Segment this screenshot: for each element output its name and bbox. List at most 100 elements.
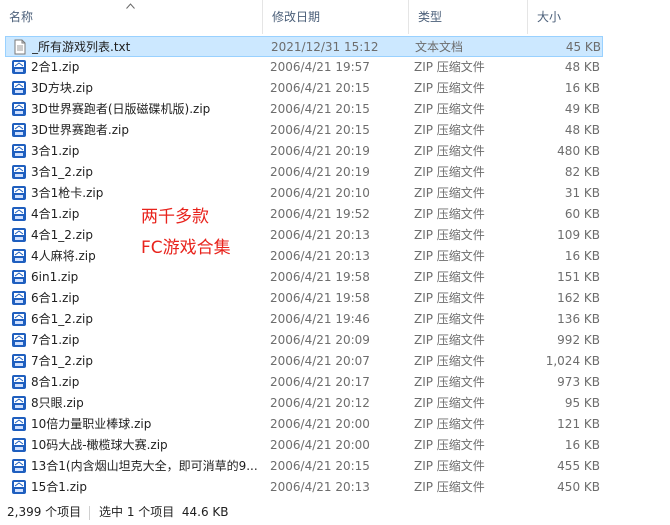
column-header-size[interactable]: 大小 <box>527 0 607 34</box>
file-row[interactable]: 4人麻将.zip 2006/4/21 20:13 ZIP 压缩文件 16 KB <box>5 246 603 267</box>
file-row[interactable]: 3合1枪卡.zip 2006/4/21 20:10 ZIP 压缩文件 31 KB <box>5 183 603 204</box>
file-date: 2021/12/31 15:12 <box>271 40 379 54</box>
file-type: ZIP 压缩文件 <box>414 459 485 473</box>
file-size: 48 KB <box>564 60 600 74</box>
file-type: ZIP 压缩文件 <box>414 396 485 410</box>
file-name: 6合1.zip <box>31 291 80 305</box>
file-date: 2006/4/21 20:19 <box>270 165 370 179</box>
zip-file-icon <box>11 311 27 327</box>
sort-ascending-icon[interactable] <box>126 2 135 12</box>
file-size: 455 KB <box>557 459 600 473</box>
zip-file-icon <box>11 479 27 495</box>
file-date: 2006/4/21 20:12 <box>270 396 370 410</box>
zip-file-icon <box>11 416 27 432</box>
file-name: 3D世界赛跑者.zip <box>31 123 129 137</box>
file-type: ZIP 压缩文件 <box>414 480 485 494</box>
file-row[interactable]: 8只眼.zip 2006/4/21 20:12 ZIP 压缩文件 95 KB <box>5 393 603 414</box>
file-row[interactable]: 6合1.zip 2006/4/21 19:58 ZIP 压缩文件 162 KB <box>5 288 603 309</box>
file-row[interactable]: 2合1.zip 2006/4/21 19:57 ZIP 压缩文件 48 KB <box>5 57 603 78</box>
file-type: ZIP 压缩文件 <box>414 123 485 137</box>
file-row[interactable]: 7合1.zip 2006/4/21 20:09 ZIP 压缩文件 992 KB <box>5 330 603 351</box>
column-header-name-label: 名称 <box>9 10 34 24</box>
file-name: 15合1.zip <box>31 480 87 494</box>
file-size: 95 KB <box>564 396 600 410</box>
file-row[interactable]: 4合1_2.zip 2006/4/21 20:13 ZIP 压缩文件 109 KB <box>5 225 603 246</box>
file-name: 3D世界赛跑者(日版磁碟机版).zip <box>31 102 211 116</box>
file-size: 136 KB <box>557 312 600 326</box>
file-type: ZIP 压缩文件 <box>414 207 485 221</box>
file-size: 973 KB <box>557 375 600 389</box>
file-type: ZIP 压缩文件 <box>414 249 485 263</box>
file-date: 2006/4/21 19:57 <box>270 60 370 74</box>
file-row[interactable]: 3D方块.zip 2006/4/21 20:15 ZIP 压缩文件 16 KB <box>5 78 603 99</box>
file-type: ZIP 压缩文件 <box>414 186 485 200</box>
file-type: ZIP 压缩文件 <box>414 102 485 116</box>
zip-file-icon <box>11 206 27 222</box>
file-row[interactable]: 13合1(内含烟山坦克大全，即可消草的9... 2006/4/21 20:15 ZI… <box>5 456 603 477</box>
file-size: 151 KB <box>557 270 600 284</box>
file-name: 7合1_2.zip <box>31 354 93 368</box>
file-row[interactable]: _所有游戏列表.txt 2021/12/31 15:12 文本文档 45 KB <box>5 36 603 57</box>
column-header-date[interactable]: 修改日期 <box>262 0 408 34</box>
file-name: 7合1.zip <box>31 333 80 347</box>
file-row[interactable]: 15合1.zip 2006/4/21 20:13 ZIP 压缩文件 450 KB <box>5 477 603 498</box>
file-name: _所有游戏列表.txt <box>32 40 131 54</box>
file-name: 8只眼.zip <box>31 396 84 410</box>
file-row[interactable]: 7合1_2.zip 2006/4/21 20:07 ZIP 压缩文件 1,024 KB <box>5 351 603 372</box>
file-date: 2006/4/21 20:15 <box>270 81 370 95</box>
zip-file-icon <box>11 59 27 75</box>
zip-file-icon <box>11 80 27 96</box>
file-type: ZIP 压缩文件 <box>414 354 485 368</box>
zip-file-icon <box>11 374 27 390</box>
file-date: 2006/4/21 20:09 <box>270 333 370 347</box>
file-size: 48 KB <box>564 123 600 137</box>
file-row[interactable]: 3D世界赛跑者(日版磁碟机版).zip 2006/4/21 20:15 ZIP 压缩… <box>5 99 603 120</box>
file-name: 3合1枪卡.zip <box>31 186 104 200</box>
file-name: 6合1_2.zip <box>31 312 93 326</box>
file-type: ZIP 压缩文件 <box>414 228 485 242</box>
file-name: 13合1(内含烟山坦克大全，即可消草的9... <box>31 459 258 473</box>
zip-file-icon <box>11 185 27 201</box>
file-date: 2006/4/21 20:10 <box>270 186 370 200</box>
file-type: 文本文档 <box>415 40 464 54</box>
file-size: 31 KB <box>564 186 600 200</box>
file-row[interactable]: 3合1.zip 2006/4/21 20:19 ZIP 压缩文件 480 KB <box>5 141 603 162</box>
status-selection: 选中 1 个项目 44.6 KB <box>99 505 229 519</box>
file-row[interactable]: 10码大战-橄榄球大赛.zip 2006/4/21 20:00 ZIP 压缩文件 16… <box>5 435 603 456</box>
file-row[interactable]: 3D世界赛跑者.zip 2006/4/21 20:15 ZIP 压缩文件 48 KB <box>5 120 603 141</box>
file-row[interactable]: 4合1.zip 2006/4/21 19:52 ZIP 压缩文件 60 KB <box>5 204 603 225</box>
zip-file-icon <box>11 290 27 306</box>
file-row[interactable]: 6合1_2.zip 2006/4/21 19:46 ZIP 压缩文件 136 KB <box>5 309 603 330</box>
column-header-type[interactable]: 类型 <box>408 0 527 34</box>
file-type: ZIP 压缩文件 <box>414 60 485 74</box>
column-header-bar: 名称 修改日期 类型 大小 <box>0 0 670 34</box>
zip-file-icon <box>11 458 27 474</box>
file-size: 109 KB <box>557 228 600 242</box>
column-header-size-label: 大小 <box>537 10 562 24</box>
file-type: ZIP 压缩文件 <box>414 291 485 305</box>
file-date: 2006/4/21 20:15 <box>270 459 370 473</box>
column-header-date-label: 修改日期 <box>272 10 321 24</box>
file-date: 2006/4/21 20:00 <box>270 417 370 431</box>
file-date: 2006/4/21 20:13 <box>270 480 370 494</box>
zip-file-icon <box>11 143 27 159</box>
zip-file-icon <box>11 332 27 348</box>
file-row[interactable]: 6in1.zip 2006/4/21 19:58 ZIP 压缩文件 151 KB <box>5 267 603 288</box>
file-type: ZIP 压缩文件 <box>414 144 485 158</box>
file-name: 8合1.zip <box>31 375 80 389</box>
file-date: 2006/4/21 19:58 <box>270 270 370 284</box>
zip-file-icon <box>11 227 27 243</box>
file-row[interactable]: 3合1_2.zip 2006/4/21 20:19 ZIP 压缩文件 82 KB <box>5 162 603 183</box>
file-size: 1,024 KB <box>545 354 600 368</box>
file-type: ZIP 压缩文件 <box>414 438 485 452</box>
file-size: 16 KB <box>564 438 600 452</box>
file-type: ZIP 压缩文件 <box>414 81 485 95</box>
file-name: 3合1.zip <box>31 144 80 158</box>
file-row[interactable]: 8合1.zip 2006/4/21 20:17 ZIP 压缩文件 973 KB <box>5 372 603 393</box>
file-row[interactable]: 10倍力量职业棒球.zip 2006/4/21 20:00 ZIP 压缩文件 121 … <box>5 414 603 435</box>
file-size: 121 KB <box>557 417 600 431</box>
file-size: 450 KB <box>557 480 600 494</box>
file-date: 2006/4/21 20:15 <box>270 123 370 137</box>
file-date: 2006/4/21 20:13 <box>270 249 370 263</box>
file-size: 16 KB <box>564 249 600 263</box>
